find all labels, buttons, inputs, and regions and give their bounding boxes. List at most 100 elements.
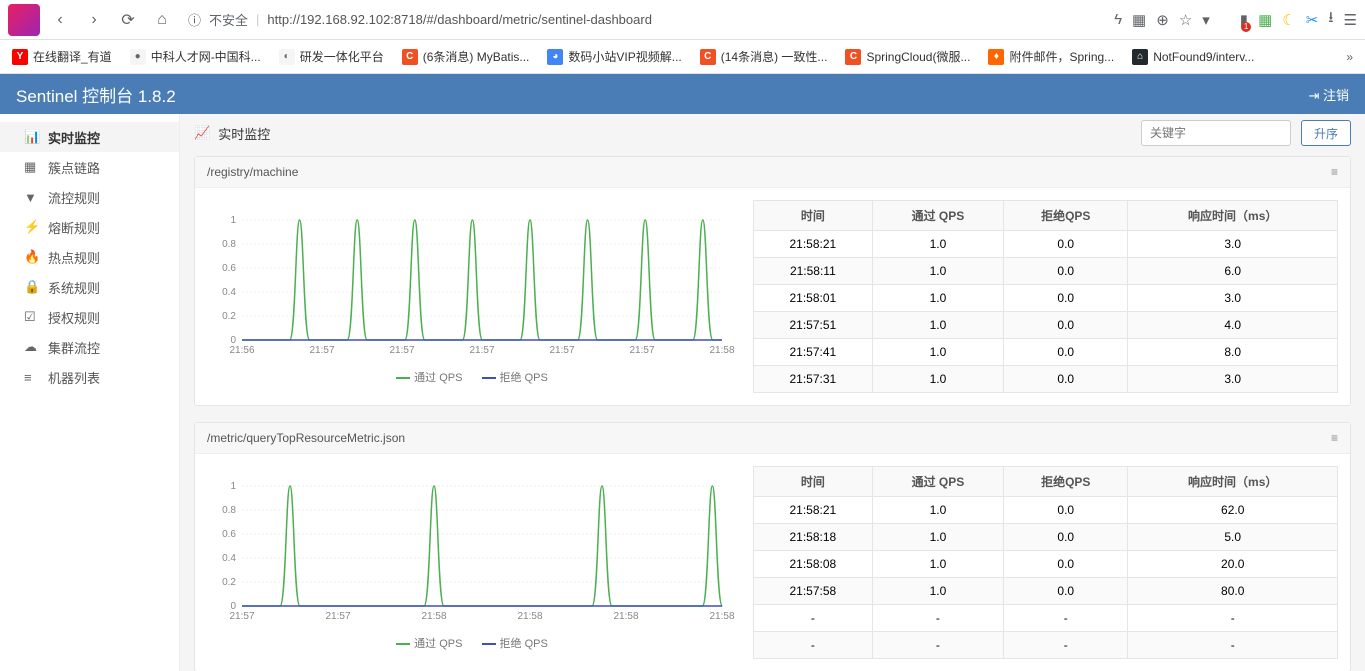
svg-text:1: 1 (230, 215, 236, 226)
moon-icon[interactable]: ☾ (1282, 11, 1295, 29)
table-row: 21:57:311.00.03.0 (754, 366, 1338, 393)
metric-panel: /metric/queryTopResourceMetric.json ≡ 00… (194, 422, 1351, 671)
svg-text:0.2: 0.2 (222, 577, 236, 588)
dropdown-icon[interactable]: ▾ (1202, 11, 1210, 29)
sidebar-item[interactable]: 🔥 热点规则 (0, 242, 179, 272)
bookmark-label: (14条消息) 一致性... (721, 48, 828, 65)
bookmark-icon: C (402, 49, 418, 65)
svg-text:21:58: 21:58 (517, 611, 542, 622)
bookmark-icon: C (845, 49, 861, 65)
reload-button[interactable]: ⟳ (114, 6, 142, 34)
chart-legend: 通过 QPS 拒绝 QPS (207, 635, 737, 651)
sidebar-item-label: 集群流控 (48, 338, 100, 357)
bookmark-icon: ● (130, 49, 146, 65)
chart: 00.20.40.60.8121:5621:5721:5721:5721:572… (207, 200, 737, 393)
bookmark-label: NotFound9/interv... (1153, 50, 1254, 64)
sidebar-item-icon: ▼ (24, 190, 38, 205)
realtime-icon: 📈 (194, 125, 210, 141)
panel-header: /registry/machine ≡ (195, 157, 1350, 188)
sidebar-item[interactable]: ☁集群流控 (0, 332, 179, 362)
app-title: Sentinel 控制台 1.8.2 (16, 82, 176, 107)
table-row: 21:57:411.00.08.0 (754, 339, 1338, 366)
table-row: 21:57:581.00.080.0 (754, 578, 1338, 605)
content-area: 📈 实时监控 升序 /registry/machine ≡ 00.20.40.6… (180, 114, 1365, 671)
security-status: 不安全 (209, 10, 248, 29)
bookmark-item[interactable]: C SpringCloud(微服... (845, 48, 970, 65)
content-header: 📈 实时监控 升序 (194, 114, 1351, 156)
svg-text:1: 1 (230, 481, 236, 492)
metrics-table: 时间通过 QPS拒绝QPS响应时间（ms） 21:58:211.00.062.0… (753, 466, 1338, 659)
qr-icon[interactable]: ▦ (1132, 11, 1146, 29)
svg-text:21:57: 21:57 (309, 345, 334, 356)
sidebar-item[interactable]: 📊实时监控 (0, 122, 179, 152)
sidebar-item[interactable]: ≡机器列表 (0, 362, 179, 392)
menu-icon[interactable]: ☰ (1344, 11, 1357, 29)
download-icon[interactable]: ⭳ (1328, 7, 1333, 32)
panel-menu-icon[interactable]: ≡ (1331, 431, 1338, 445)
bookmark-icon: ◕ (547, 49, 563, 65)
sidebar-item-icon: ⚡ (24, 219, 38, 235)
bookmark-overflow[interactable]: » (1346, 50, 1353, 64)
logout-button[interactable]: ⇥ 注销 (1308, 85, 1349, 104)
bookmark-label: 研发一体化平台 (300, 48, 384, 65)
bookmark-item[interactable]: Y在线翻译_有道 (12, 48, 112, 65)
svg-text:21:57: 21:57 (469, 345, 494, 356)
bookmark-item[interactable]: ◐研发一体化平台 (279, 48, 384, 65)
bookmark-item[interactable]: ⌂NotFound9/interv... (1132, 49, 1254, 65)
sidebar-item[interactable]: ☑授权规则 (0, 302, 179, 332)
star-icon[interactable]: ☆ (1179, 11, 1192, 29)
svg-text:0.6: 0.6 (222, 529, 236, 540)
back-button[interactable]: ‹ (46, 6, 74, 34)
svg-text:21:57: 21:57 (325, 611, 350, 622)
svg-text:21:56: 21:56 (229, 345, 254, 356)
bookmark-label: 附件邮件，Spring... (1009, 48, 1114, 65)
url-text: http://192.168.92.102:8718/#/dashboard/m… (267, 12, 652, 27)
bookmark-bar: Y在线翻译_有道 ●中科人才网-中国科... ◐研发一体化平台 C (6条消息) MyB… (0, 40, 1365, 74)
bookmark-item[interactable]: ◕数码小站VIP视频解... (547, 48, 681, 65)
scissors-icon[interactable]: ✂ (1306, 11, 1319, 29)
extension-icon-2[interactable]: ▦ (1258, 11, 1272, 29)
sidebar-item-label: 授权规则 (48, 308, 100, 327)
table-row: ---- (754, 605, 1338, 632)
address-bar[interactable]: ⓘ 不安全 | http://192.168.92.102:8718/#/das… (182, 10, 1108, 29)
bookmark-icon: C (700, 49, 716, 65)
table-row: 21:58:211.00.062.0 (754, 497, 1338, 524)
home-button[interactable]: ⌂ (148, 6, 176, 34)
table-row: 21:58:011.00.03.0 (754, 285, 1338, 312)
toolbar-icons: ϟ ▦ ⊕ ☆ ▾ ▮ ▦ ☾ ✂ ⭳ ☰ (1114, 7, 1357, 32)
bookmark-item[interactable]: C (6条消息) MyBatis... (402, 48, 530, 65)
keyword-input[interactable] (1141, 120, 1291, 146)
bookmark-label: SpringCloud(微服... (866, 48, 970, 65)
bookmark-item[interactable]: ♦附件邮件，Spring... (988, 48, 1114, 65)
sidebar-item[interactable]: ▦簇点链路 (0, 152, 179, 182)
table-row: 21:58:211.00.03.0 (754, 231, 1338, 258)
sidebar-item[interactable]: 🔒系统规则 (0, 272, 179, 302)
panel-title: /registry/machine (207, 165, 298, 179)
bookmark-icon: Y (12, 49, 28, 65)
sort-button[interactable]: 升序 (1301, 120, 1351, 146)
sidebar-item-label: 机器列表 (48, 368, 100, 387)
forward-button[interactable]: › (80, 6, 108, 34)
panel-header: /metric/queryTopResourceMetric.json ≡ (195, 423, 1350, 454)
table-row: 21:58:181.00.05.0 (754, 524, 1338, 551)
svg-text:21:57: 21:57 (629, 345, 654, 356)
bookmark-item[interactable]: C (14条消息) 一致性... (700, 48, 828, 65)
bookmark-label: (6条消息) MyBatis... (423, 48, 530, 65)
sidebar-item-icon: 📊 (24, 129, 38, 145)
metric-panel: /registry/machine ≡ 00.20.40.60.8121:562… (194, 156, 1351, 406)
svg-text:0.2: 0.2 (222, 311, 236, 322)
sidebar-item-icon: 🔥 (24, 249, 38, 265)
bookmark-item[interactable]: ●中科人才网-中国科... (130, 48, 261, 65)
extension-icon-1[interactable]: ▮ (1240, 11, 1248, 29)
panel-menu-icon[interactable]: ≡ (1331, 165, 1338, 179)
svg-text:21:58: 21:58 (613, 611, 638, 622)
sidebar-item-label: 热点规则 (48, 248, 100, 267)
sidebar-item[interactable]: ⚡熔断规则 (0, 212, 179, 242)
flash-icon[interactable]: ϟ (1114, 11, 1122, 28)
chart: 00.20.40.60.8121:5721:5721:5821:5821:582… (207, 466, 737, 659)
sidebar-item-label: 簇点链路 (48, 158, 100, 177)
svg-text:21:57: 21:57 (229, 611, 254, 622)
zoom-icon[interactable]: ⊕ (1156, 11, 1169, 29)
sidebar-item[interactable]: ▼流控规则 (0, 182, 179, 212)
profile-avatar[interactable] (8, 4, 40, 36)
